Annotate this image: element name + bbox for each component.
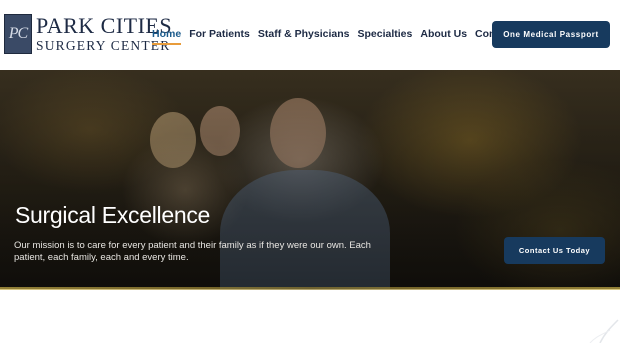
nav-item-about-us[interactable]: About Us <box>420 28 467 45</box>
main-nav: Home For Patients Staff & Physicians Spe… <box>152 28 522 45</box>
nav-item-staff-physicians[interactable]: Staff & Physicians <box>258 28 350 45</box>
hero-bottom-edge <box>0 287 620 290</box>
contact-us-today-button[interactable]: Contact Us Today <box>504 237 605 264</box>
hero-mission-text: Our mission is to care for every patient… <box>14 240 371 263</box>
logo-mark: PC <box>4 14 32 54</box>
decorative-swirl-icon <box>589 319 619 343</box>
hero-title: Surgical Excellence <box>15 202 211 228</box>
logo[interactable]: PC PARK CITIES SURGERY CENTER <box>4 14 172 54</box>
nav-item-specialties[interactable]: Specialties <box>358 28 413 45</box>
nav-item-home[interactable]: Home <box>152 28 182 45</box>
one-medical-passport-button[interactable]: One Medical Passport <box>492 21 610 48</box>
site-header: PC PARK CITIES SURGERY CENTER Home For P… <box>0 0 620 70</box>
hero-banner: Surgical Excellence Our mission is to ca… <box>0 70 620 289</box>
nav-item-for-patients[interactable]: For Patients <box>189 28 250 45</box>
